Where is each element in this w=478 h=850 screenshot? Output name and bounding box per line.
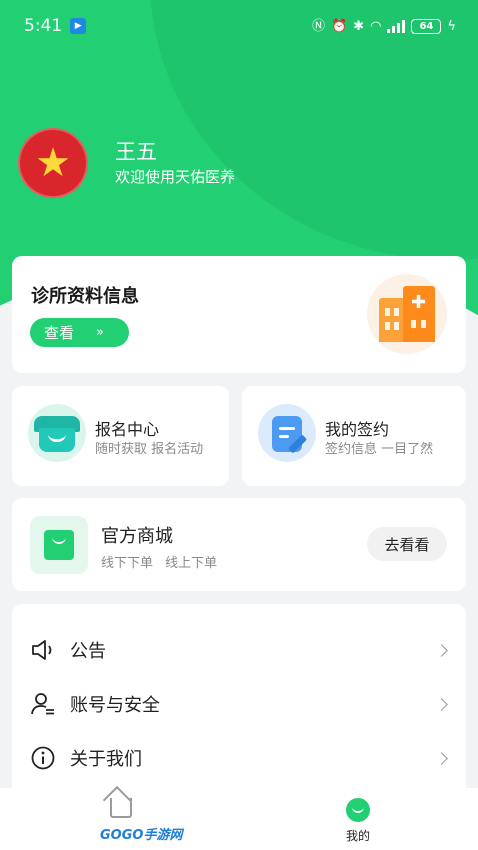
menu-item-label: 账号与安全 <box>70 695 160 716</box>
chevron-right-icon <box>435 643 448 657</box>
speaker-icon <box>32 640 52 660</box>
signup-center-title: 报名中心 <box>95 420 160 439</box>
shopping-bag-icon <box>30 516 88 574</box>
chevron-right-icon: » <box>96 325 104 340</box>
user-security-icon <box>31 693 54 715</box>
view-button-label: 查看 <box>44 324 75 342</box>
welcome-text: 欢迎使用天佑医养 <box>115 168 236 186</box>
menu-item-label: 公告 <box>70 641 106 662</box>
go-see-button[interactable]: 去看看 <box>367 527 447 561</box>
info-icon <box>31 746 55 770</box>
graduation-cap-icon <box>28 404 86 462</box>
chevron-right-icon <box>435 751 448 765</box>
my-contract-subtitle: 签约信息 一目了然 <box>325 442 434 457</box>
signup-center-subtitle: 随时获取 报名活动 <box>95 442 204 457</box>
my-contract-title: 我的签约 <box>325 420 390 439</box>
menu-item-announcement[interactable]: 公告 <box>12 623 466 677</box>
tab-mine-label: 我的 <box>345 829 370 843</box>
tab-home[interactable]: GOGO手游网 <box>96 785 196 844</box>
signup-center-card[interactable]: 报名中心 随时获取 报名活动 <box>12 386 229 486</box>
menu-item-about-us[interactable]: 关于我们 <box>12 731 466 785</box>
chevron-right-icon <box>435 697 448 711</box>
official-mall-title: 官方商城 <box>101 526 173 547</box>
status-bar: 5:41 ▶ Ⓝ ⏰ ✱ ◠ 64 ϟ <box>0 0 478 52</box>
clinic-info-title: 诊所资料信息 <box>31 286 139 307</box>
profile-header: ★ 王五 欢迎使用天佑医养 <box>18 128 235 198</box>
bottom-tab-bar: GOGO手游网 我的 <box>0 785 478 850</box>
user-name: 王五 <box>115 140 157 164</box>
watermark-logo: GOGO手游网 <box>100 828 183 843</box>
clinic-info-card[interactable]: 诊所资料信息 查看 » ✚ <box>12 256 466 373</box>
contract-document-icon <box>258 404 316 462</box>
battery-icon: 64 <box>411 18 442 34</box>
status-time: 5:41 <box>24 16 63 36</box>
menu-item-label: 关于我们 <box>70 749 142 770</box>
menu-item-account-security[interactable]: 账号与安全 <box>12 677 466 731</box>
wifi-icon: ◠ <box>370 18 382 34</box>
charging-icon: ϟ <box>447 18 456 34</box>
alarm-icon: ⏰ <box>330 18 348 34</box>
nfc-icon: Ⓝ <box>311 18 325 34</box>
building-icon: ✚ <box>367 274 447 354</box>
bluetooth-icon: ✱ <box>353 18 365 34</box>
avatar[interactable]: ★ <box>18 128 88 198</box>
settings-menu: 公告 账号与安全 关于我们 <box>12 604 466 804</box>
official-mall-subtitle: 线下下单 线上下单 <box>101 556 218 571</box>
notification-icon: ▶ <box>70 18 87 34</box>
official-mall-card[interactable]: 官方商城 线下下单 线上下单 去看看 <box>12 498 466 591</box>
my-contract-card[interactable]: 我的签约 签约信息 一目了然 <box>242 386 466 486</box>
tab-mine[interactable]: 我的 <box>336 798 380 846</box>
view-button[interactable]: 查看 » <box>30 318 129 347</box>
signal-icon <box>387 19 406 33</box>
smile-face-icon <box>346 798 370 822</box>
